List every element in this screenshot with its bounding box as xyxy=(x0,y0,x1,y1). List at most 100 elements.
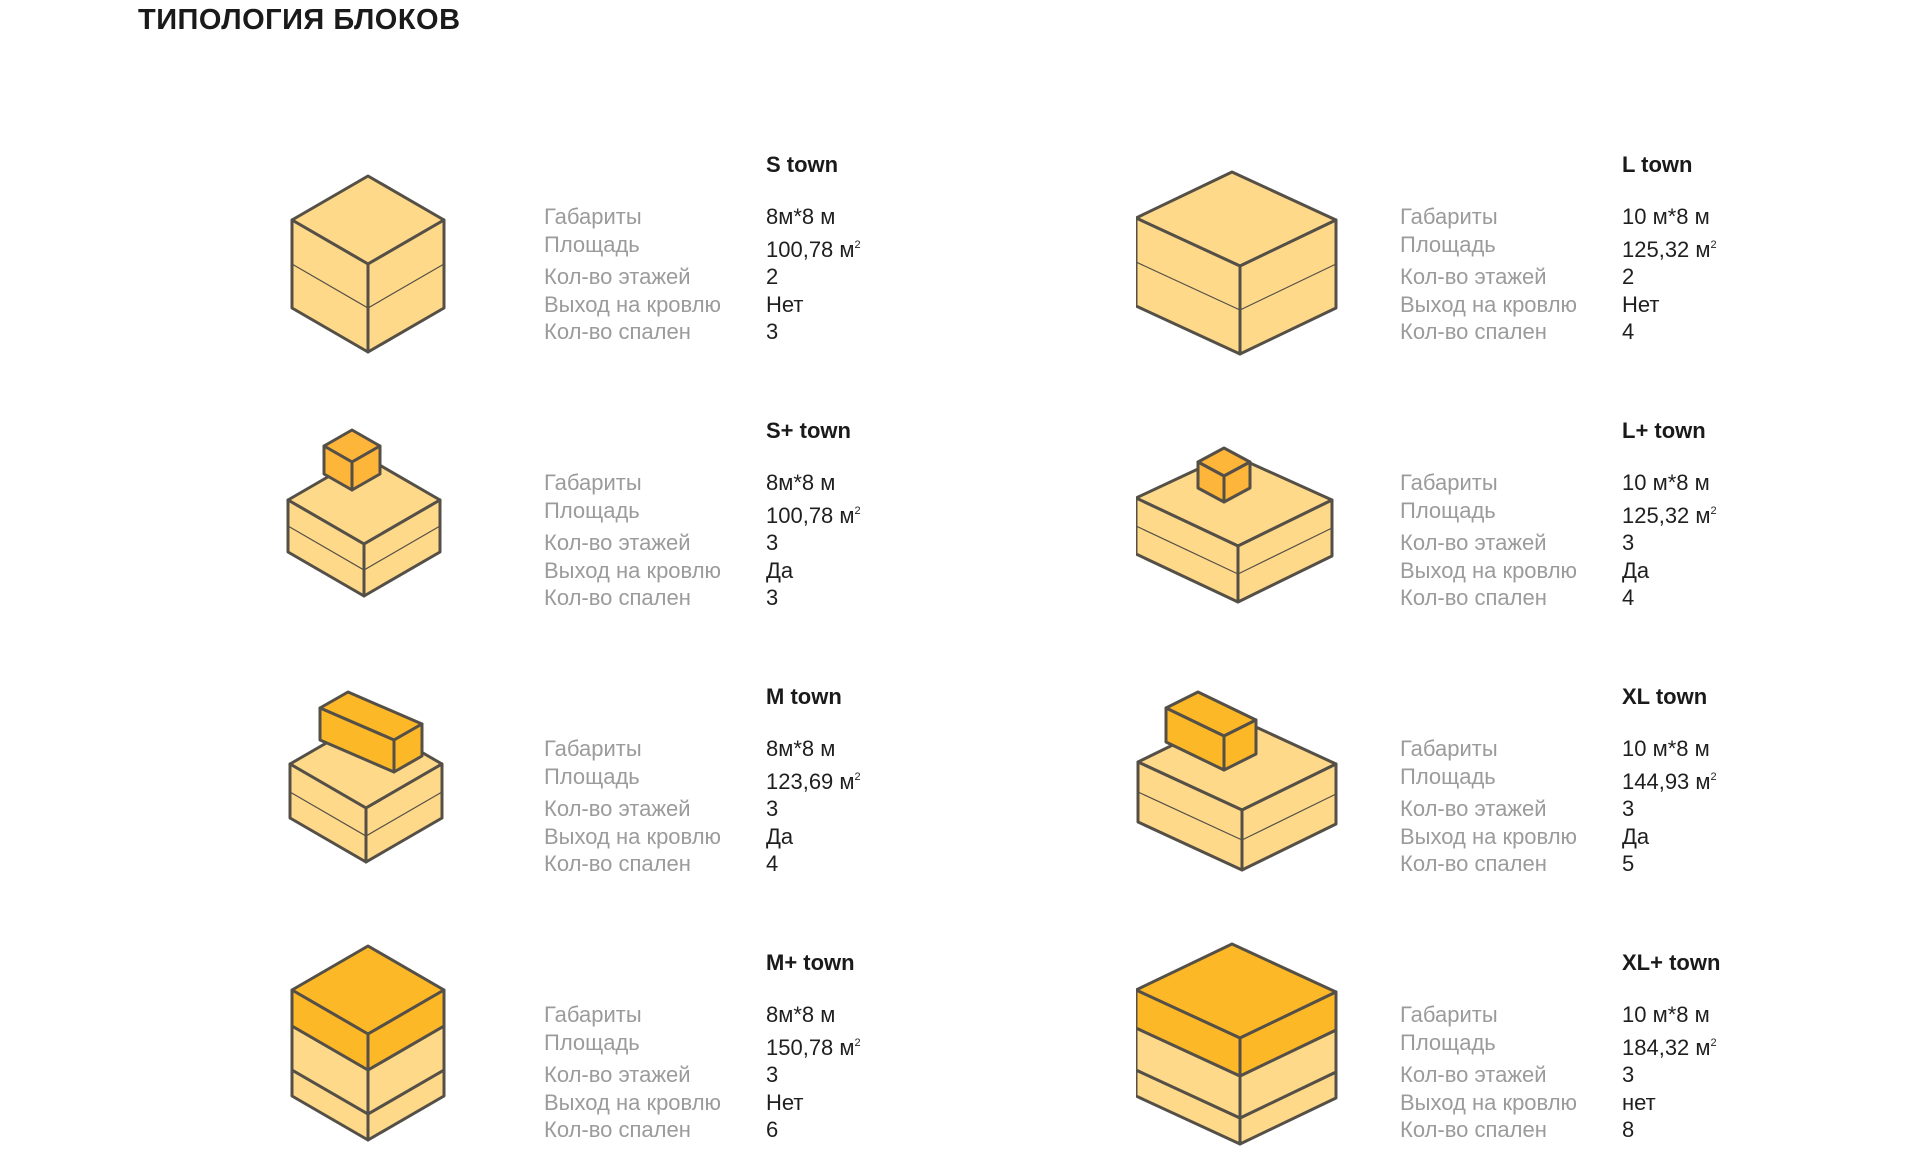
roof-access-value: Нет xyxy=(766,1089,804,1115)
area-label: Площадь xyxy=(544,231,640,257)
bedrooms-value: 3 xyxy=(766,319,779,344)
roof-access-label: Выход на кровлю xyxy=(1400,823,1578,849)
building-cube-s-icon xyxy=(290,174,446,354)
building-cube-xl-icon xyxy=(1136,690,1338,872)
block-card-s-plus-town: S+ town Габариты 8м*8 м Площадь 100,78 м… xyxy=(280,386,1140,626)
size-label: Габариты xyxy=(1400,736,1498,761)
roof-access-value: нет xyxy=(1622,1089,1656,1115)
size-label: Габариты xyxy=(1400,470,1498,495)
spec-list: Габариты 8м*8 м Площадь 123,69 м2 Кол-во… xyxy=(544,736,861,876)
block-name: XL+ town xyxy=(1622,950,1721,975)
size-value: 10 м*8 м xyxy=(1622,1002,1710,1027)
bedrooms-label: Кол-во спален xyxy=(544,319,691,344)
block-name: L town xyxy=(1622,152,1693,177)
floors-label: Кол-во этажей xyxy=(544,796,691,821)
roof-access-value: Да xyxy=(1622,823,1650,849)
spec-list: Габариты 10 м*8 м Площадь 125,32 м2 Кол-… xyxy=(1400,470,1717,610)
size-value: 8м*8 м xyxy=(766,736,836,761)
roof-access-label: Выход на кровлю xyxy=(544,557,722,583)
block-card-l-town: L town Габариты 10 м*8 м Площадь 125,32 … xyxy=(1136,120,1920,360)
floors-label: Кол-во этажей xyxy=(1400,1062,1547,1087)
roof-access-label: Выход на кровлю xyxy=(544,291,722,317)
bedrooms-label: Кол-во спален xyxy=(544,851,691,876)
roof-access-value: Нет xyxy=(766,291,804,317)
floors-label: Кол-во этажей xyxy=(1400,530,1547,555)
roof-access-value: Да xyxy=(766,823,794,849)
roof-access-label: Выход на кровлю xyxy=(1400,557,1578,583)
floors-label: Кол-во этажей xyxy=(1400,264,1547,289)
size-label: Габариты xyxy=(544,204,642,229)
bedrooms-label: Кол-во спален xyxy=(1400,851,1547,876)
floors-label: Кол-во этажей xyxy=(544,264,691,289)
block-name: M town xyxy=(766,684,842,709)
floors-value: 3 xyxy=(766,796,779,821)
area-label: Площадь xyxy=(1400,231,1496,257)
area-value: 100,78 м2 xyxy=(766,236,861,262)
roof-access-label: Выход на кровлю xyxy=(1400,291,1578,317)
size-value: 10 м*8 м xyxy=(1622,736,1710,761)
page-title: ТИПОЛОГИЯ БЛОКОВ xyxy=(138,4,461,36)
area-label: Площадь xyxy=(1400,497,1496,523)
bedrooms-value: 4 xyxy=(766,851,779,876)
spec-list: Габариты 8м*8 м Площадь 150,78 м2 Кол-во… xyxy=(544,1002,861,1142)
area-value: 144,93 м2 xyxy=(1622,768,1717,794)
bedrooms-value: 4 xyxy=(1622,319,1635,344)
spec-list: Габариты 10 м*8 м Площадь 144,93 м2 Кол-… xyxy=(1400,736,1717,876)
spec-list: Габариты 8м*8 м Площадь 100,78 м2 Кол-во… xyxy=(544,204,861,344)
roof-access-value: Да xyxy=(766,557,794,583)
floors-label: Кол-во этажей xyxy=(544,1062,691,1087)
bedrooms-label: Кол-во спален xyxy=(1400,585,1547,610)
area-label: Площадь xyxy=(544,1029,640,1055)
size-value: 10 м*8 м xyxy=(1622,204,1710,229)
size-value: 8м*8 м xyxy=(766,470,836,495)
roof-access-value: Да xyxy=(1622,557,1650,583)
area-value: 125,32 м2 xyxy=(1622,236,1717,262)
bedrooms-value: 4 xyxy=(1622,585,1635,610)
block-name: S town xyxy=(766,152,839,177)
size-label: Габариты xyxy=(1400,204,1498,229)
roof-access-label: Выход на кровлю xyxy=(544,823,722,849)
size-label: Габариты xyxy=(1400,1002,1498,1027)
size-label: Габариты xyxy=(544,1002,642,1027)
roof-access-value: Нет xyxy=(1622,291,1660,317)
area-label: Площадь xyxy=(544,763,640,789)
building-cube-xl-plus-icon xyxy=(1136,942,1338,1146)
area-label: Площадь xyxy=(1400,1029,1496,1055)
block-name: L+ town xyxy=(1622,418,1706,443)
floors-value: 3 xyxy=(766,1062,779,1087)
block-card-s-town: S town Габариты 8м*8 м Площадь 100,78 м2… xyxy=(280,120,1140,360)
area-value: 150,78 м2 xyxy=(766,1034,861,1060)
bedrooms-label: Кол-во спален xyxy=(544,585,691,610)
area-value: 100,78 м2 xyxy=(766,502,861,528)
spec-list: Габариты 8м*8 м Площадь 100,78 м2 Кол-во… xyxy=(544,470,861,610)
area-label: Площадь xyxy=(1400,763,1496,789)
area-value: 125,32 м2 xyxy=(1622,502,1717,528)
size-value: 8м*8 м xyxy=(766,204,836,229)
bedrooms-label: Кол-во спален xyxy=(1400,1117,1547,1142)
bedrooms-label: Кол-во спален xyxy=(544,1117,691,1142)
area-label: Площадь xyxy=(544,497,640,523)
roof-access-label: Выход на кровлю xyxy=(544,1089,722,1115)
floors-value: 3 xyxy=(1622,1062,1635,1087)
spec-list: Габариты 10 м*8 м Площадь 125,32 м2 Кол-… xyxy=(1400,204,1717,344)
floors-label: Кол-во этажей xyxy=(1400,796,1547,821)
block-card-l-plus-town: L+ town Габариты 10 м*8 м Площадь 125,32… xyxy=(1136,386,1920,626)
building-cube-l-plus-icon xyxy=(1136,446,1334,604)
block-name: M+ town xyxy=(766,950,855,975)
floors-value: 3 xyxy=(1622,796,1635,821)
block-card-xl-town: XL town Габариты 10 м*8 м Площадь 144,93… xyxy=(1136,652,1920,892)
block-card-xl-plus-town: XL+ town Габариты 10 м*8 м Площадь 184,3… xyxy=(1136,918,1920,1158)
block-name: S+ town xyxy=(766,418,851,443)
area-value: 184,32 м2 xyxy=(1622,1034,1717,1060)
floors-label: Кол-во этажей xyxy=(544,530,691,555)
floors-value: 2 xyxy=(766,264,779,289)
building-cube-m-plus-icon xyxy=(290,944,446,1142)
block-card-m-plus-town: M+ town Габариты 8м*8 м Площадь 150,78 м… xyxy=(280,918,1140,1158)
size-value: 10 м*8 м xyxy=(1622,470,1710,495)
block-card-m-town: M town Габариты 8м*8 м Площадь 123,69 м2… xyxy=(280,652,1140,892)
bedrooms-value: 6 xyxy=(766,1117,779,1142)
bedrooms-value: 5 xyxy=(1622,851,1635,876)
floors-value: 3 xyxy=(1622,530,1635,555)
floors-value: 2 xyxy=(1622,264,1635,289)
size-label: Габариты xyxy=(544,470,642,495)
